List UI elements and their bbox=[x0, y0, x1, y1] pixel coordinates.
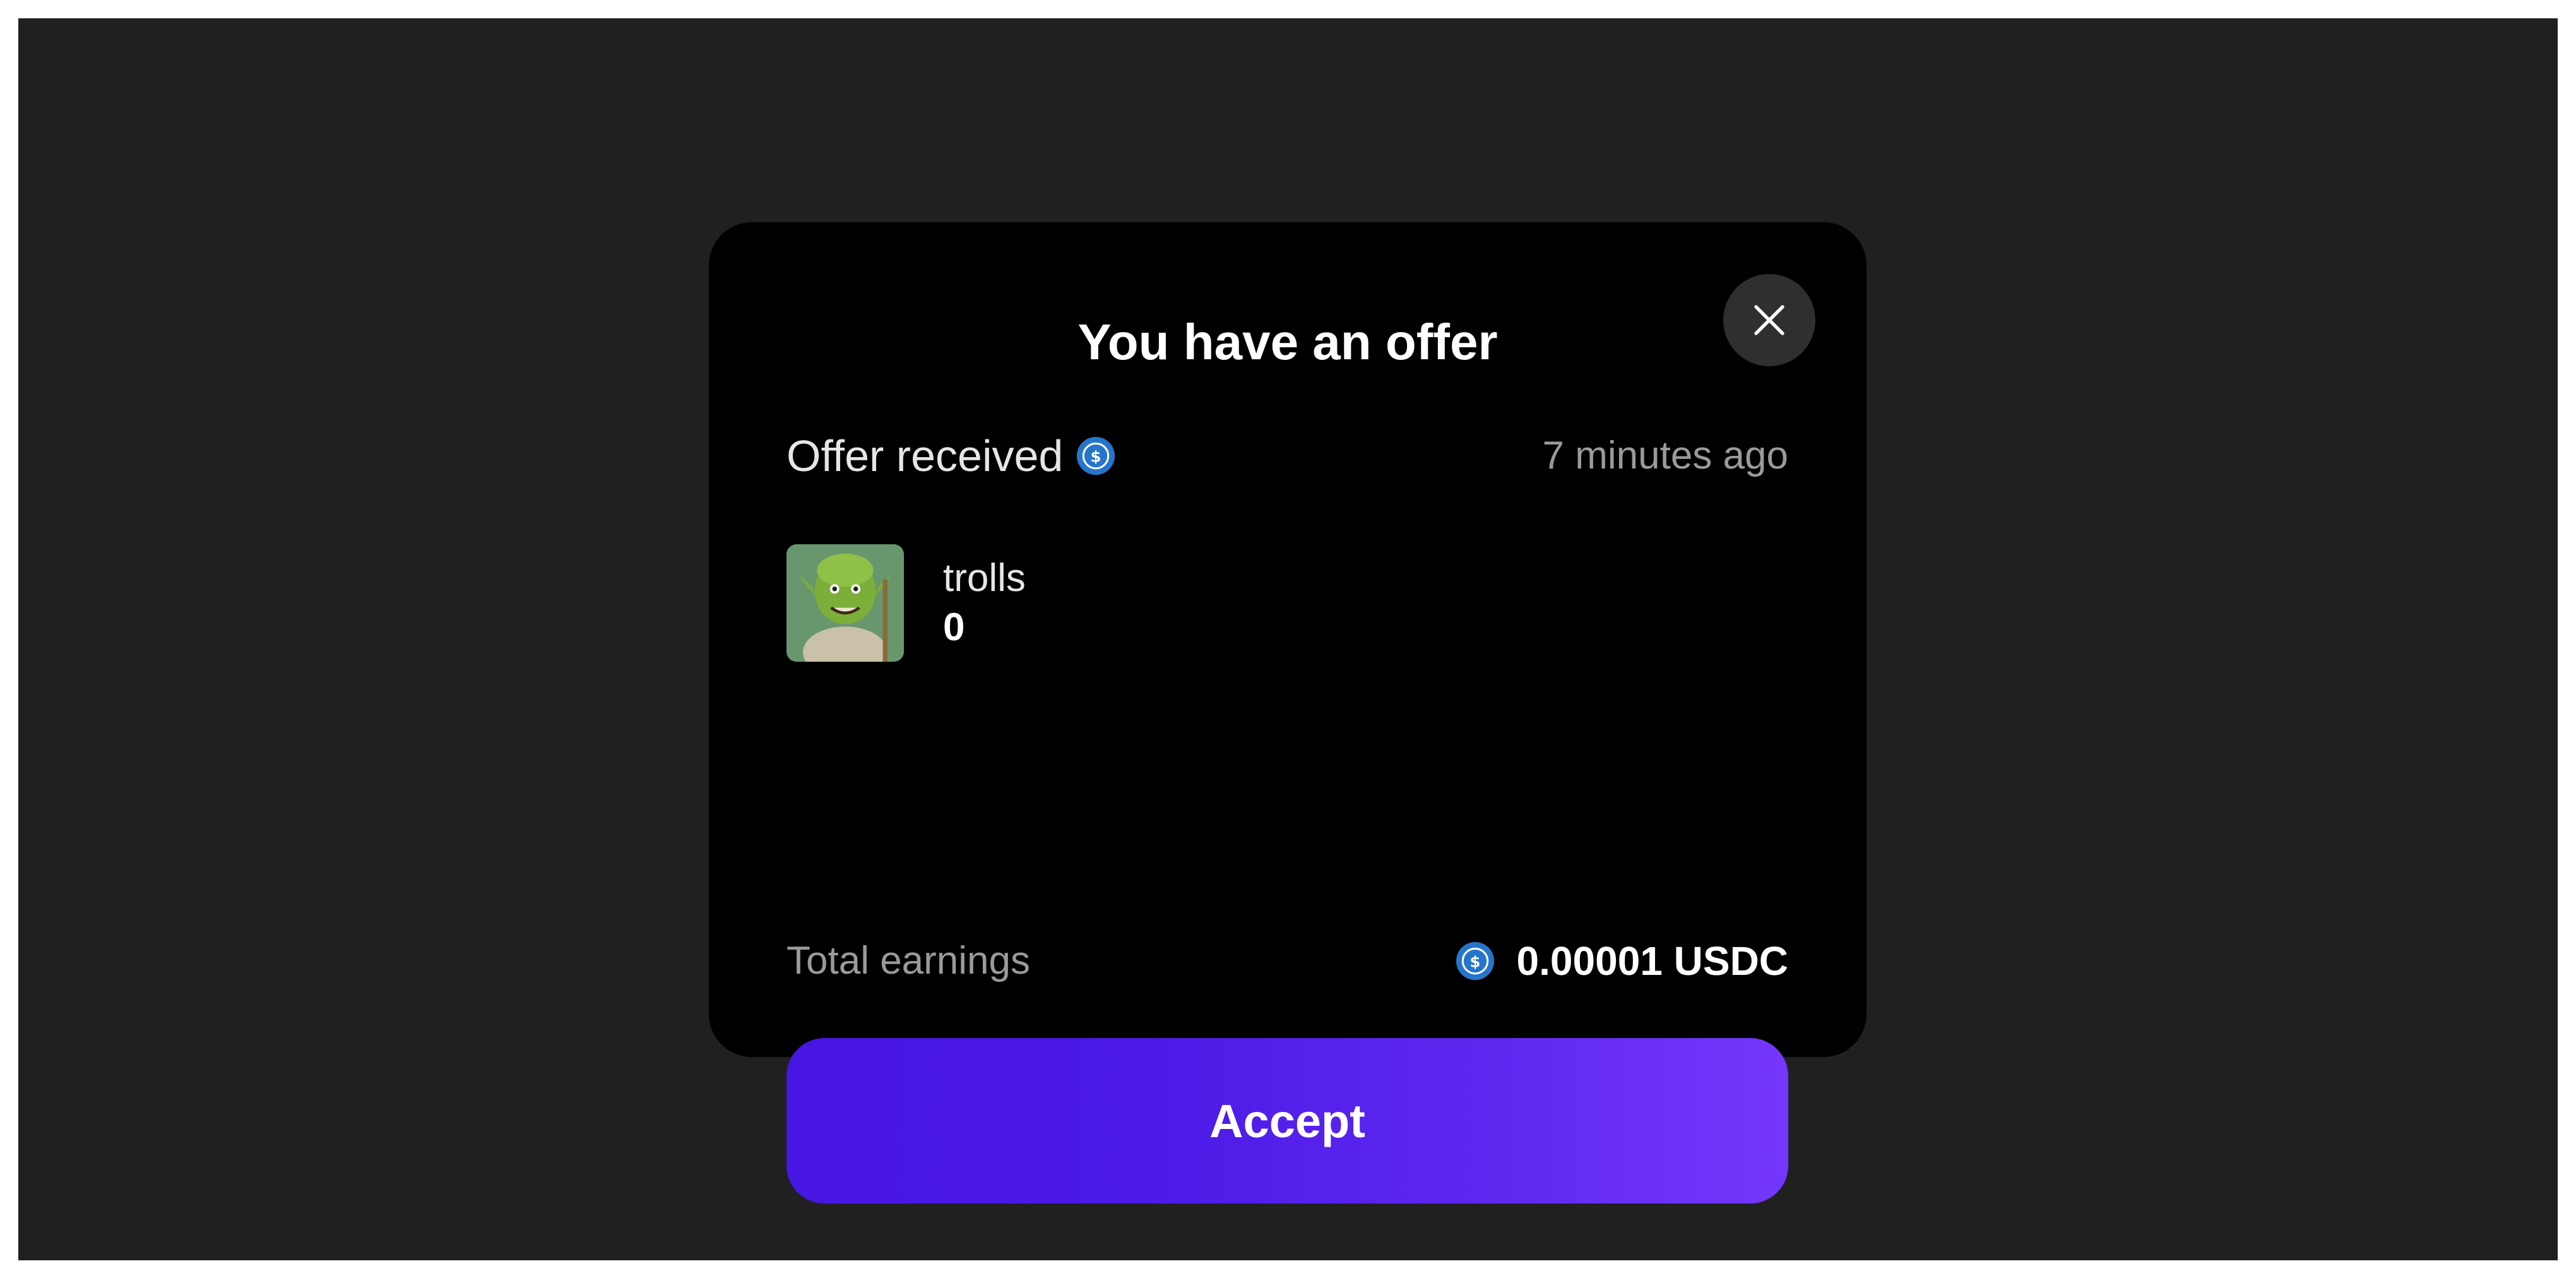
accept-button[interactable]: Accept bbox=[786, 1038, 1788, 1203]
item-quantity: 0 bbox=[943, 606, 965, 649]
accept-button-label: Accept bbox=[1209, 1094, 1365, 1147]
offer-modal: You have an offer Offer received $ 7 min… bbox=[709, 222, 1867, 1203]
offer-received-label: Offer received bbox=[786, 431, 1064, 481]
svg-text:$: $ bbox=[1091, 447, 1101, 465]
troll-nft-thumbnail bbox=[786, 544, 904, 662]
offer-received-row: Offer received $ 7 minutes ago bbox=[786, 424, 1788, 487]
offer-item-row: trolls 0 bbox=[786, 544, 1788, 662]
item-name: trolls bbox=[943, 556, 1026, 600]
total-earnings-row: Total earnings $ 0.00001 USDC bbox=[786, 929, 1788, 993]
modal-title: You have an offer bbox=[1077, 314, 1498, 370]
usdc-coin-icon: $ bbox=[1456, 942, 1494, 980]
svg-text:$: $ bbox=[1469, 952, 1480, 970]
total-earnings-label: Total earnings bbox=[786, 939, 1031, 982]
usdc-coin-icon: $ bbox=[1077, 437, 1115, 475]
offer-timestamp: 7 minutes ago bbox=[1542, 434, 1788, 477]
total-earnings-value: 0.00001 USDC bbox=[1516, 938, 1788, 984]
